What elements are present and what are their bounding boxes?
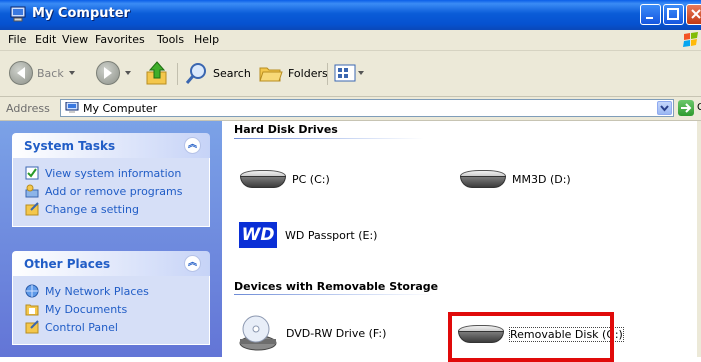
menu-favorites[interactable]: Favorites <box>95 33 145 46</box>
removable-storage-header: Devices with Removable Storage <box>234 280 439 293</box>
back-dropdown-icon[interactable] <box>68 71 75 75</box>
forward-button[interactable] <box>96 59 131 87</box>
drive-dvd-rw-f[interactable]: DVD-RW Drive (F:) <box>238 313 386 353</box>
minimize-button[interactable] <box>640 4 661 25</box>
menu-view[interactable]: View <box>62 33 88 46</box>
windows-logo-icon <box>683 32 698 47</box>
task-change-setting[interactable]: Change a setting <box>13 200 209 218</box>
folders-icon <box>259 67 283 82</box>
toolbar-separator <box>327 63 328 85</box>
hard-drive-icon <box>238 168 288 190</box>
minimize-icon <box>646 17 653 19</box>
title-bar[interactable]: My Computer <box>0 0 701 30</box>
address-dropdown-button[interactable] <box>657 101 672 115</box>
close-icon <box>691 9 701 19</box>
forward-dropdown-icon[interactable] <box>125 71 131 75</box>
back-label: Back <box>37 66 64 80</box>
dvd-drive-icon <box>238 313 278 353</box>
address-value: My Computer <box>83 102 158 115</box>
toolbar-separator <box>177 63 178 85</box>
search-label: Search <box>213 66 251 80</box>
other-places-panel: Other Places ︽ My Network Places My Docu… <box>12 251 210 345</box>
hard-drive-icon <box>458 168 508 190</box>
go-label[interactable]: Go <box>697 102 701 113</box>
maximize-button[interactable] <box>663 4 684 25</box>
place-label: My Documents <box>45 302 128 316</box>
network-places-icon <box>25 284 39 298</box>
collapse-chevron-icon[interactable]: ︽ <box>184 137 201 154</box>
folders-label: Folders <box>288 66 328 80</box>
go-button[interactable] <box>678 100 694 116</box>
system-tasks-title: System Tasks <box>24 139 116 153</box>
drive-mm3d-d[interactable]: MM3D (D:) <box>458 168 571 190</box>
address-label: Address <box>6 102 50 115</box>
go-arrow-icon <box>681 103 692 113</box>
wd-logo-icon: WD <box>239 222 277 248</box>
system-info-icon <box>25 166 39 180</box>
menu-file[interactable]: File <box>8 33 26 46</box>
menu-help[interactable]: Help <box>194 33 219 46</box>
place-my-network-places[interactable]: My Network Places <box>13 282 209 300</box>
my-documents-icon <box>25 304 39 316</box>
task-label: Change a setting <box>45 202 139 216</box>
up-folder-icon <box>146 61 167 85</box>
search-icon <box>185 63 206 84</box>
other-places-title: Other Places <box>24 257 111 271</box>
task-add-remove-programs[interactable]: Add or remove programs <box>13 182 209 200</box>
my-computer-icon <box>10 6 26 22</box>
address-field[interactable]: My Computer <box>60 99 674 117</box>
menu-edit[interactable]: Edit <box>35 33 56 46</box>
drive-label: DVD-RW Drive (F:) <box>286 326 387 340</box>
back-arrow-icon <box>9 61 33 85</box>
close-button[interactable] <box>686 4 701 25</box>
drive-wd-passport-e[interactable]: WD WD Passport (E:) <box>239 222 377 248</box>
views-dropdown-icon[interactable] <box>358 71 364 75</box>
folders-button[interactable]: Folders <box>258 59 328 87</box>
address-bar: Address My Computer Go <box>0 97 701 121</box>
scrollbar[interactable] <box>697 121 701 357</box>
task-view-system-information[interactable]: View system information <box>13 164 209 182</box>
task-label: View system information <box>45 166 182 180</box>
drive-label: PC (C:) <box>292 172 330 186</box>
system-tasks-panel: System Tasks ︽ View system information A… <box>12 133 210 227</box>
place-label: My Network Places <box>45 284 149 298</box>
chevron-down-icon <box>660 105 669 112</box>
control-panel-icon <box>25 202 39 216</box>
drive-label: WD Passport (E:) <box>285 228 378 242</box>
place-label: Control Panel <box>45 320 118 334</box>
window-title: My Computer <box>32 6 130 21</box>
up-folder-button[interactable] <box>144 59 170 87</box>
drive-pc-c[interactable]: PC (C:) <box>238 168 330 190</box>
other-places-header[interactable]: Other Places ︽ <box>12 251 210 276</box>
content-pane: Hard Disk Drives PC (C:) MM3D (D:) WD WD… <box>222 121 701 362</box>
collapse-chevron-icon[interactable]: ︽ <box>184 255 201 272</box>
views-icon <box>334 64 356 82</box>
drive-label: MM3D (D:) <box>512 172 571 186</box>
place-control-panel[interactable]: Control Panel <box>13 318 209 336</box>
back-button[interactable]: Back <box>9 59 75 87</box>
maximize-icon <box>667 8 679 20</box>
system-tasks-header[interactable]: System Tasks ︽ <box>12 133 210 158</box>
task-label: Add or remove programs <box>45 184 183 198</box>
control-panel-icon <box>25 320 39 334</box>
views-button[interactable] <box>334 59 364 87</box>
add-remove-programs-icon <box>25 184 39 198</box>
place-my-documents[interactable]: My Documents <box>13 300 209 318</box>
forward-arrow-icon <box>96 61 120 85</box>
toolbar: Back Search Folders <box>0 51 701 97</box>
search-button[interactable]: Search <box>185 59 251 87</box>
highlight-box <box>448 312 614 362</box>
hard-disk-drives-header: Hard Disk Drives <box>234 123 338 136</box>
menu-tools[interactable]: Tools <box>157 33 184 46</box>
group-divider <box>234 294 434 295</box>
my-computer-icon <box>65 102 79 113</box>
menu-bar: File Edit View Favorites Tools Help <box>0 30 701 51</box>
task-pane: System Tasks ︽ View system information A… <box>0 121 222 357</box>
group-divider <box>234 138 424 139</box>
